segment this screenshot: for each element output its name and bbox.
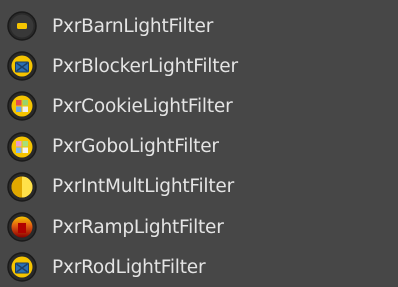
light-filter-menu: PxrBarnLightFilter PxrBlockerLightFilter [0,0,398,285]
menu-item-rod-light-filter[interactable]: PxrRodLightFilter [0,247,398,287]
ramp-light-filter-icon [6,211,38,243]
menu-item-label: PxrRampLightFilter [52,216,224,238]
intmult-light-filter-icon [6,171,38,203]
barn-light-filter-icon [6,10,38,42]
rod-light-filter-icon [6,251,38,283]
menu-item-intmult-light-filter[interactable]: PxrIntMultLightFilter [0,167,398,207]
menu-item-label: PxrIntMultLightFilter [52,176,235,198]
menu-item-blocker-light-filter[interactable]: PxrBlockerLightFilter [0,46,398,86]
menu-item-label: PxrCookieLightFilter [52,95,233,117]
menu-item-label: PxrBlockerLightFilter [52,55,238,77]
gobo-light-filter-icon [6,131,38,163]
blocker-light-filter-icon [6,50,38,82]
menu-item-label: PxrGoboLightFilter [52,136,219,158]
menu-item-cookie-light-filter[interactable]: PxrCookieLightFilter [0,86,398,126]
menu-item-ramp-light-filter[interactable]: PxrRampLightFilter [0,207,398,247]
menu-item-gobo-light-filter[interactable]: PxrGoboLightFilter [0,127,398,167]
cookie-light-filter-icon [6,90,38,122]
menu-item-label: PxrRodLightFilter [52,256,206,278]
menu-item-barn-light-filter[interactable]: PxrBarnLightFilter [0,6,398,46]
menu-item-label: PxrBarnLightFilter [52,15,214,37]
